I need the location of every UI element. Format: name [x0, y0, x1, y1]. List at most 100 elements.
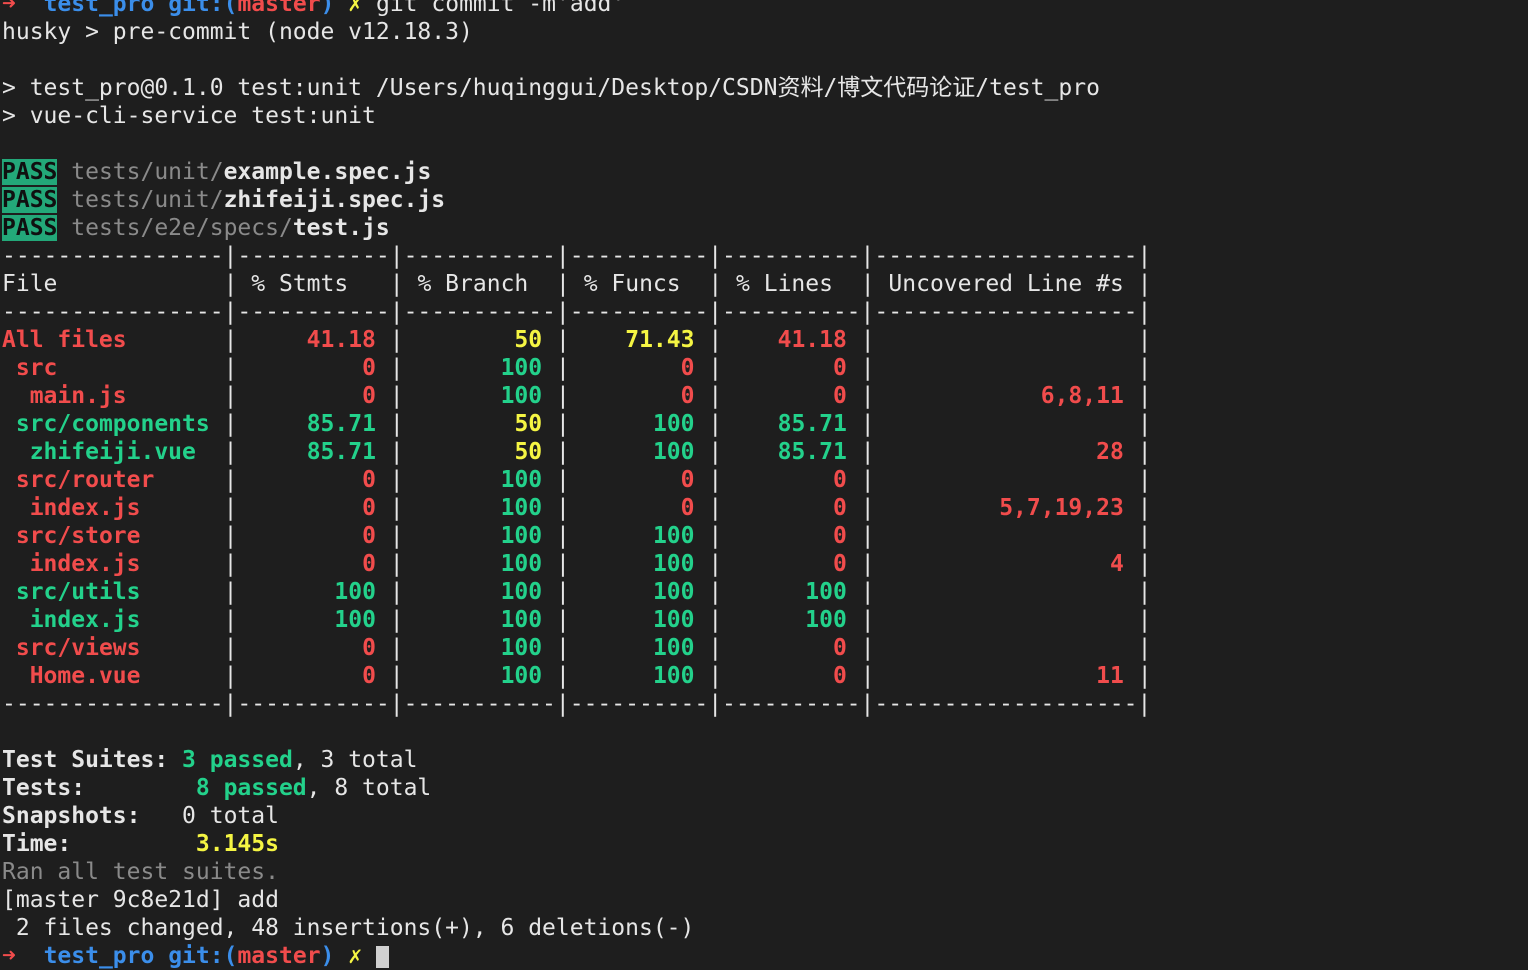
pass-badge: PASS — [2, 187, 58, 213]
prompt-git-label: git: — [168, 943, 224, 969]
coverage-lines-value: 0 — [832, 495, 847, 521]
coverage-stmts-value: 0 — [362, 635, 376, 661]
command-prompt-line: ➜ test_pro git:(master) ✗ git commit -m'… — [2, 0, 1528, 18]
summary-snapshots-value: 0 total — [182, 803, 279, 829]
column-header: % Stmts — [251, 271, 349, 297]
test-result-line: PASS tests/e2e/specs/test.js — [2, 214, 1528, 242]
prompt-arrow-icon: ➜ — [2, 943, 16, 969]
coverage-branch-value: 100 — [500, 383, 543, 409]
coverage-branch-value: 100 — [500, 551, 543, 577]
summary-snapshots-label: Snapshots: — [2, 803, 141, 829]
coverage-branch-value: 100 — [500, 635, 543, 661]
table-row: All files | 41.18 | 50 | 71.43 | 41.18 |… — [2, 327, 1152, 353]
coverage-file-name: Home.vue — [29, 663, 141, 689]
coverage-branch-value: 50 — [514, 411, 543, 437]
test-result-line: PASS tests/unit/example.spec.js — [2, 158, 1528, 186]
table-row: src/utils | 100 | 100 | 100 | 100 | | — [15, 579, 1152, 605]
terminal-window[interactable]: ➜ test_pro git:(master) ✗ git commit -m'… — [2, 0, 1528, 969]
table-row: src/views | 0 | 100 | 100 | 0 | | — [15, 635, 1152, 661]
coverage-stmts-value: 100 — [334, 579, 376, 605]
coverage-stmts-value: 0 — [362, 467, 376, 493]
coverage-lines-value: 100 — [805, 607, 847, 633]
coverage-uncovered-lines: 5,7,19,23 — [999, 495, 1124, 521]
coverage-file-name: index.js — [29, 495, 141, 521]
coverage-lines-value: 0 — [832, 523, 847, 549]
coverage-funcs-value: 0 — [680, 355, 695, 381]
coverage-branch-value: 100 — [500, 523, 543, 549]
coverage-lines-value: 0 — [832, 635, 847, 661]
summary-suites: Test Suites: 3 passed, 3 total — [2, 746, 1528, 774]
prompt-arrow-icon: ➜ — [2, 0, 16, 17]
coverage-file-name: zhifeiji.vue — [29, 439, 196, 465]
coverage-funcs-value: 100 — [652, 523, 695, 549]
summary-time: Time: 3.145s — [2, 830, 1528, 858]
prompt-branch-open: ( — [223, 0, 238, 17]
prompt-branch: master — [237, 943, 321, 969]
table-row: index.js | 0 | 100 | 100 | 0 | 4 | — [29, 551, 1152, 577]
prompt-branch-close: ) — [320, 943, 335, 969]
coverage-file-name: src — [15, 355, 58, 381]
table-row: src/store | 0 | 100 | 100 | 0 | | — [15, 523, 1152, 549]
column-header: File — [2, 271, 58, 297]
husky-line: husky > pre-commit (node v12.18.3) — [2, 19, 473, 45]
coverage-uncovered-lines: 11 — [1096, 663, 1124, 689]
npm-script-line: > test_pro@0.1.0 test:unit /Users/huqing… — [2, 75, 1100, 101]
coverage-funcs-value: 100 — [652, 579, 695, 605]
coverage-branch-value: 100 — [500, 607, 543, 633]
table-row: src | 0 | 100 | 0 | 0 | | — [15, 355, 1152, 381]
coverage-funcs-value: 100 — [652, 635, 695, 661]
coverage-funcs-value: 71.43 — [625, 327, 695, 353]
prompt-branch-open: ( — [223, 943, 238, 969]
text-cursor[interactable] — [375, 945, 389, 968]
coverage-file-name: src/store — [15, 523, 141, 549]
summary-tests-total: , 8 total — [306, 775, 432, 801]
table-row: src/components | 85.71 | 50 | 100 | 85.7… — [15, 411, 1152, 437]
coverage-stmts-value: 0 — [362, 523, 376, 549]
coverage-funcs-value: 100 — [652, 607, 695, 633]
test-file-dir: tests/unit/ — [71, 159, 224, 185]
table-row: main.js | 0 | 100 | 0 | 0 | 6,8,11 | — [29, 383, 1152, 409]
changes-line: 2 files changed, 48 insertions(+), 6 del… — [2, 915, 695, 941]
test-file-name: example.spec.js — [223, 159, 432, 185]
ran-all-line: Ran all test suites. — [2, 859, 279, 885]
summary-tests-label: Tests: — [2, 775, 86, 801]
column-header: Uncovered Line #s — [888, 271, 1124, 297]
coverage-branch-value: 50 — [514, 327, 543, 353]
prompt-branch: master — [237, 0, 321, 17]
column-header: % Funcs — [583, 271, 681, 297]
summary-suites-passed: 3 passed — [182, 747, 293, 773]
coverage-stmts-value: 0 — [362, 663, 376, 689]
coverage-lines-value: 0 — [832, 663, 847, 689]
summary-time-label: Time: — [2, 831, 72, 857]
summary-snapshots: Snapshots: 0 total — [2, 802, 1528, 830]
prompt-dirty-icon: ✗ — [348, 943, 363, 969]
coverage-file-name: src/router — [15, 467, 155, 493]
table-row: Home.vue | 0 | 100 | 100 | 0 | 11 | — [29, 663, 1152, 689]
coverage-stmts-value: 100 — [334, 607, 376, 633]
table-row: src/router | 0 | 100 | 0 | 0 | | — [15, 467, 1152, 493]
coverage-lines-value: 100 — [805, 579, 847, 605]
coverage-lines-value: 85.71 — [777, 411, 847, 437]
coverage-stmts-value: 0 — [362, 495, 376, 521]
prompt-branch-close: ) — [320, 0, 335, 17]
coverage-branch-value: 100 — [500, 579, 543, 605]
coverage-uncovered-lines: 6,8,11 — [1040, 383, 1124, 409]
table-row: index.js | 100 | 100 | 100 | 100 | | — [29, 607, 1152, 633]
table-border: ----------------|-----------|-----------… — [2, 691, 1152, 717]
prompt-command: git commit -m'add' — [375, 0, 626, 17]
prompt-directory: test_pro — [43, 0, 155, 17]
summary-suites-total: , 3 total — [292, 747, 418, 773]
coverage-lines-value: 0 — [833, 467, 847, 493]
coverage-lines-value: 0 — [832, 551, 847, 577]
coverage-file-name: src/views — [15, 635, 141, 661]
coverage-stmts-value: 0 — [362, 383, 376, 409]
coverage-branch-value: 50 — [514, 439, 543, 465]
test-file-dir: tests/unit/ — [71, 187, 224, 213]
coverage-funcs-value: 0 — [680, 495, 695, 521]
coverage-stmts-value: 0 — [362, 551, 376, 577]
coverage-branch-value: 100 — [500, 467, 543, 493]
coverage-file-name: src/components — [15, 411, 210, 437]
coverage-stmts-value: 41.18 — [306, 327, 376, 353]
